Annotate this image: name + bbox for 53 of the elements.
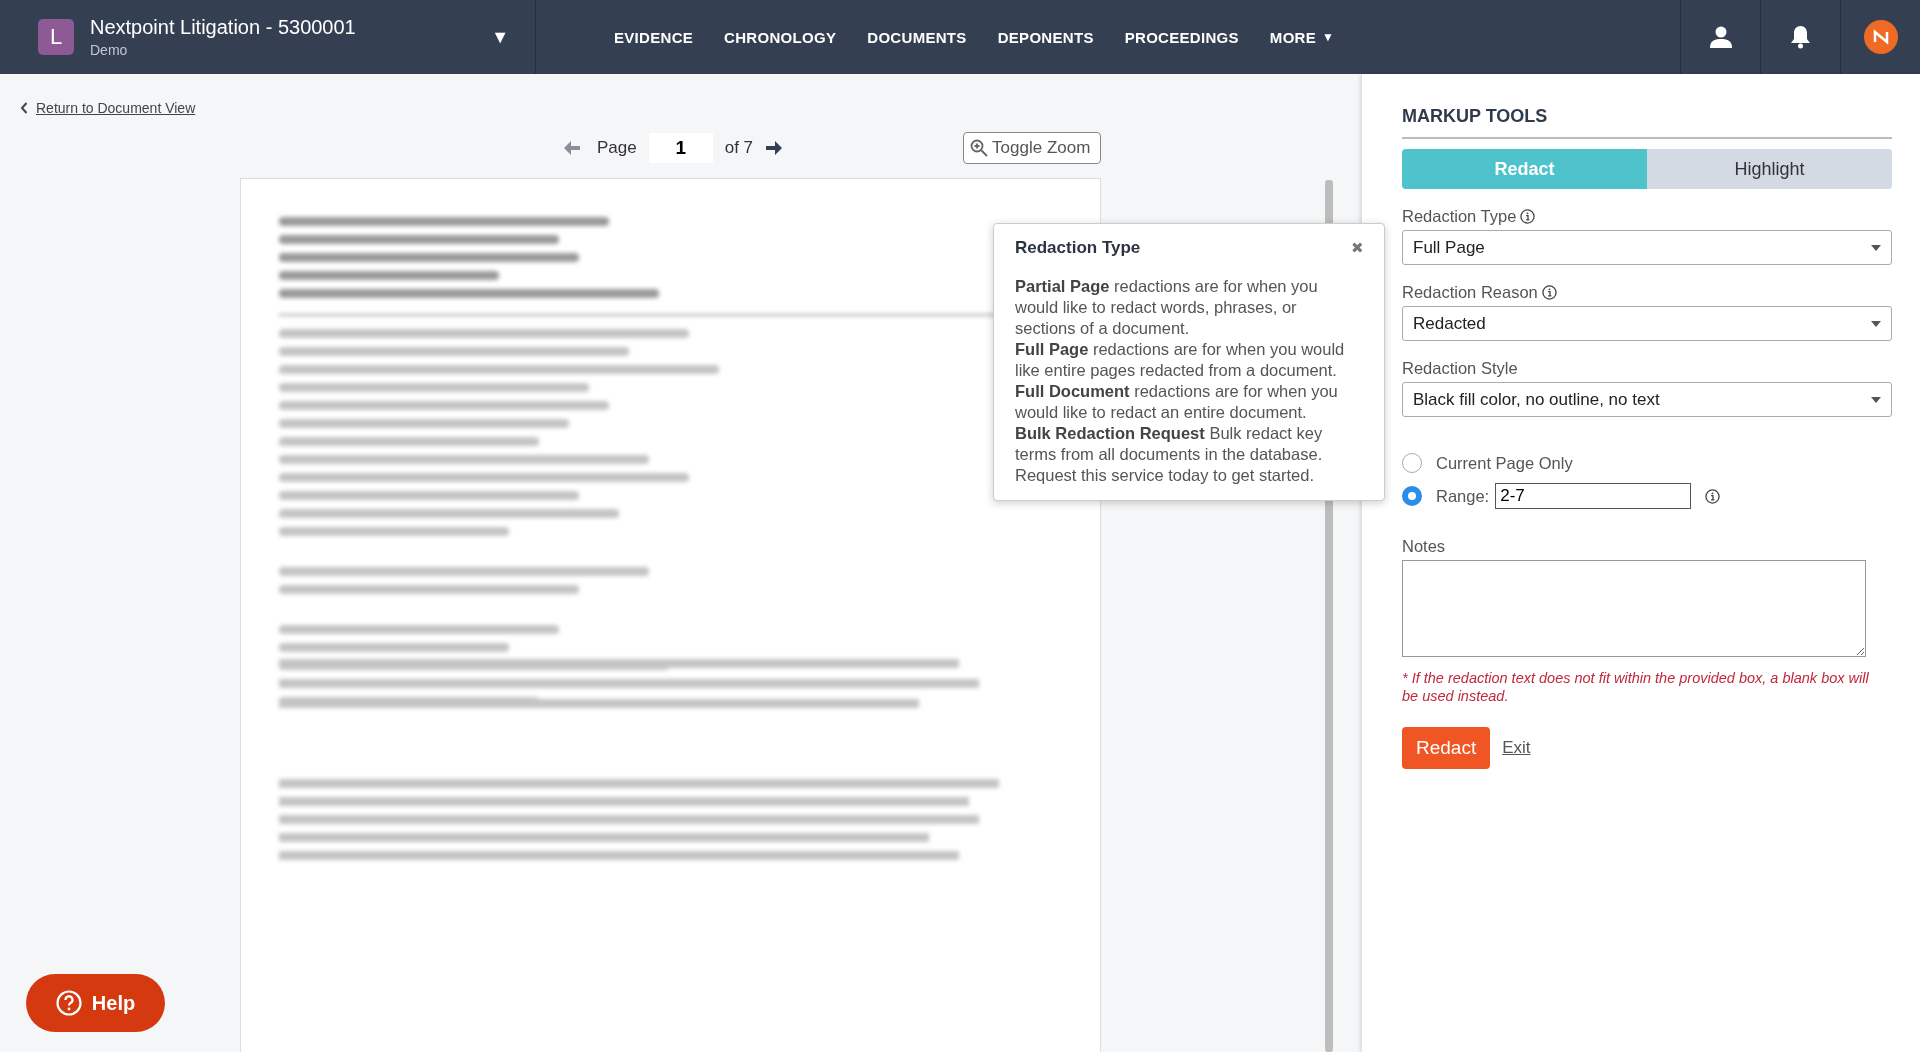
project-title: Nextpoint Litigation - 5300001 [90,16,357,39]
page-count: of 7 [724,138,754,158]
popover-paragraph: Partial Page redactions are for when you would like to redact words, phrases, or sections of a document. [1015,276,1319,339]
page-number-field[interactable]: 1 [648,133,713,163]
zoom-in-icon [970,139,989,157]
info-icon[interactable] [1520,209,1536,224]
radio-label: Current Page Only [1436,453,1573,473]
page-label: Page [597,138,637,158]
caret-icon [1871,396,1881,403]
nav-link[interactable]: PROCEEDINGS [1124,28,1239,46]
popover-paragraph: Full Page redactions are for when you would like entire pages redacted from a document. [1015,339,1346,381]
field-label: Redaction Style [1402,359,1518,378]
exit-link[interactable]: Exit [1502,738,1531,758]
caret-icon [1871,320,1881,327]
popover-paragraph: Bulk Redaction Request Bulk redact key terms from all documents in the database. Request this service today to get started. [1015,423,1324,486]
radio-button[interactable] [1402,486,1422,506]
field-label: Redaction Type [1402,207,1517,226]
popover-paragraph: Full Document redactions are for when you would like to redact an entire document. [1015,381,1339,423]
bell-icon[interactable] [1790,25,1811,49]
radio-label: Range: [1436,486,1490,506]
markup-tab[interactable]: Highlight [1647,149,1892,189]
select-field[interactable]: Redacted [1402,306,1892,341]
question-icon [55,990,82,1016]
range-field[interactable]: 2-7 [1495,483,1692,509]
popover-title: Redaction Type [1015,238,1141,258]
select-field[interactable]: Full Page [1402,230,1892,265]
field-label: Redaction Reason [1402,283,1538,302]
project-avatar: L [38,19,74,55]
panel-title: MARKUP TOOLS [1402,106,1892,139]
close-button[interactable]: ✖ [1351,239,1364,257]
nav-link[interactable]: CHRONOLOGY [724,28,837,46]
toggle-zoom-button[interactable]: Toggle Zoom [963,132,1102,164]
warning-text: * If the redaction text does not fit within the provided box, a blank box will be used instead. [1402,669,1870,705]
info-icon[interactable] [1705,488,1721,504]
field-label: Notes [1402,537,1446,556]
chevron-left-icon[interactable] [20,102,28,114]
logo-icon[interactable] [1863,20,1898,54]
select-field[interactable]: Black fill color, no outline, no text [1402,382,1892,417]
notes-field[interactable] [1402,560,1866,657]
info-icon[interactable] [1541,285,1557,300]
radio-button[interactable] [1402,453,1422,473]
caret-icon [1871,244,1881,251]
arrow-left-icon[interactable] [563,140,581,156]
nav-link[interactable]: MORE ▼ [1269,28,1335,46]
help-button[interactable]: Help [26,974,165,1032]
nav-link[interactable]: EVIDENCE [614,28,694,46]
arrow-right-icon[interactable] [765,140,784,156]
user-icon[interactable] [1709,26,1732,48]
project-subtitle: Demo [90,42,129,58]
nav-link[interactable]: DOCUMENTS [867,28,967,46]
return-link[interactable]: Return to Document View [36,100,196,116]
nav-link[interactable]: DEPONENTS [997,28,1094,46]
project-menu-caret[interactable]: ▼ [491,26,509,48]
